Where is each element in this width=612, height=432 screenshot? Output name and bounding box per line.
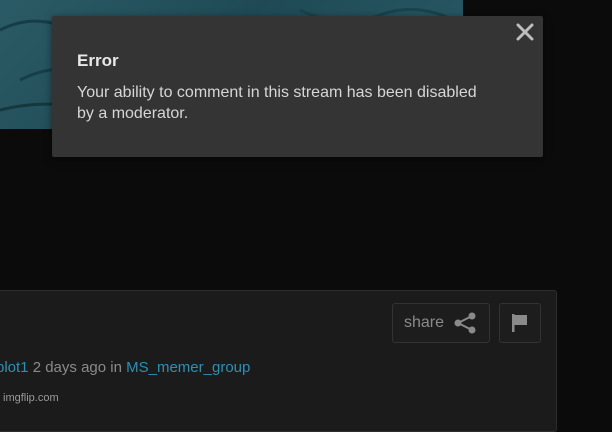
- flag-button[interactable]: [499, 303, 541, 343]
- close-icon: [516, 23, 534, 41]
- author-link[interactable]: plot1: [0, 359, 29, 376]
- post-time: 2 days ago: [32, 359, 107, 376]
- error-title: Error: [77, 51, 119, 70]
- close-button[interactable]: [513, 20, 537, 44]
- share-label: share: [403, 314, 445, 331]
- flag-icon: [512, 314, 527, 332]
- watermark: imgflip.com: [3, 392, 59, 404]
- page: Error Your ability to comment in this st…: [0, 0, 612, 432]
- share-button[interactable]: share: [392, 303, 490, 343]
- stream-link[interactable]: MS_memer_group: [126, 359, 250, 376]
- error-message: Your ability to comment in this stream h…: [77, 84, 477, 122]
- share-icon: [452, 311, 478, 335]
- in-label: in: [110, 359, 122, 376]
- error-popup: Error Your ability to comment in this st…: [52, 16, 543, 157]
- post-meta: plot1 2 days ago in MS_memer_group: [0, 359, 250, 376]
